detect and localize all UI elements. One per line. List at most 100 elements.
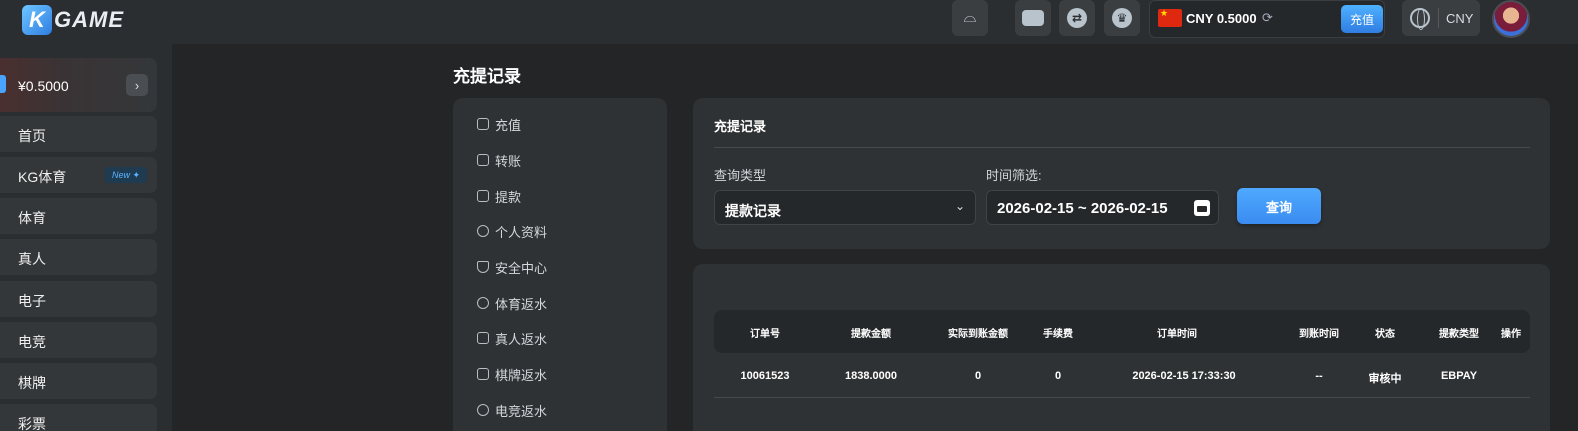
query-type-select[interactable]: 提款记录 ⌄ [714,190,976,225]
soccer-ball-icon [477,297,489,309]
column-header: 提款金额 [851,329,891,340]
column-header: 操作 [1501,329,1521,340]
sidebar-item-label: 电子 [18,293,46,309]
submenu-label: 电竞返水 [495,403,548,419]
deposit-button[interactable]: 充值 [1341,5,1383,33]
kgame-logo[interactable]: K GAME [22,4,124,36]
order-time: 2026-02-15 17:33:30 [1132,370,1236,382]
submenu-item-chess-rebate[interactable]: 棋牌返水 [477,365,547,383]
submenu-item-transfer[interactable]: 转账 [477,151,521,169]
submenu-item-sports-rebate[interactable]: 体育返水 [477,294,547,312]
sidebar-item-slots[interactable]: 电子 [0,281,157,317]
transfer-icon [477,154,489,166]
transfer-button[interactable]: ⇄ [1059,0,1095,36]
shield-icon [477,261,489,273]
divider [714,147,1530,148]
column-header: 订单时间 [1157,329,1197,340]
wallet-amount: CNY 0.5000 [1186,11,1257,26]
submenu-item-live-rebate[interactable]: 真人返水 [477,329,547,347]
language-currency-selector[interactable]: CNY [1402,0,1480,36]
chevron-down-icon: ⌄ [954,199,965,213]
top-header: K GAME ⌓ ⇄ ♛ CNY 0.5000 ⟳ 充值 CNY [0,0,1578,44]
submenu-item-deposit[interactable]: 充值 [477,115,521,133]
submenu-label: 提款 [495,189,522,205]
column-header: 状态 [1375,329,1395,340]
withdraw-type: EBPAY [1440,370,1478,382]
signal-icon: ⌓ [963,9,977,26]
sidebar-item-live[interactable]: 真人 [0,239,157,275]
sidebar-balance: ¥0.5000 [18,78,69,94]
wallet-balance: CNY 0.5000 ⟳ 充值 [1149,0,1385,38]
submenu-label: 转账 [495,153,522,169]
submenu-label: 充值 [495,117,522,133]
sidebar-item-chess[interactable]: 棋牌 [0,363,157,399]
submenu-item-profile[interactable]: 个人资料 [477,222,547,240]
chevron-right-icon[interactable]: › [126,74,148,96]
withdraw-icon [477,190,489,202]
column-header: 订单号 [750,329,780,340]
records-table-panel: 订单号 提款金额 实际到账金额 手续费 订单时间 到账时间 状态 提款类型 操作… [693,264,1550,431]
submenu-label: 棋牌返水 [495,367,548,383]
currency-label: CNY [1446,11,1474,26]
date-range-value: 2026-02-15 ~ 2026-02-15 [997,200,1168,217]
china-flag-icon [1158,8,1182,27]
date-range-picker[interactable]: 2026-02-15 ~ 2026-02-15 [986,190,1219,225]
submenu-label: 真人返水 [495,331,548,347]
logo-text: GAME [54,7,124,32]
new-badge: New ✦ [105,167,147,183]
submenu-item-withdraw[interactable]: 提款 [477,187,521,205]
column-header: 提款类型 [1439,329,1479,340]
column-header: 实际到账金额 [948,329,1008,340]
page-title: 充提记录 [453,67,521,86]
sidebar-item-label: KG体育 [18,169,67,185]
gamepad-icon [477,404,489,416]
vip-icon: ♛ [1112,8,1132,28]
sidebar-item-label: 真人 [18,251,46,267]
actual-amount: 0 [974,370,982,382]
sidebar-item-home[interactable]: 首页 [0,116,157,152]
cards-icon [477,368,489,380]
vip-button[interactable]: ♛ [1104,0,1140,36]
balance-icon [0,75,6,93]
sidebar-item-kg-sports[interactable]: KG体育 New ✦ [0,157,157,193]
submenu-item-esports-rebate[interactable]: 电竞返水 [477,401,547,419]
sidebar-item-label: 棋牌 [18,375,46,391]
withdraw-amount: 1838.0000 [845,370,897,382]
arrival-time: -- [1315,370,1323,382]
query-button[interactable]: 查询 [1237,188,1321,224]
divider [714,397,1530,398]
submenu-label: 安全中心 [495,260,548,276]
sidebar-item-sports[interactable]: 体育 [0,198,157,234]
piggy-bank-icon [477,118,489,130]
sidebar-item-label: 首页 [18,128,46,144]
submenu-label: 个人资料 [495,224,548,240]
user-icon [477,225,489,237]
column-header: 手续费 [1043,329,1073,340]
sidebar-item-label: 体育 [18,210,46,226]
order-id: 10061523 [740,370,790,382]
signal-button[interactable]: ⌓ [952,0,988,36]
calendar-icon [1194,200,1210,216]
user-avatar[interactable] [1492,0,1530,38]
sidebar-item-esports[interactable]: 电竞 [0,322,157,358]
time-filter-label: 时间筛选: [986,168,1042,183]
globe-icon [1410,8,1430,30]
divider [1438,8,1439,28]
logo-mark: K [22,5,52,35]
wallet-icon [1022,10,1044,26]
sidebar-item-lottery[interactable]: 彩票 [0,404,157,431]
table-header: 订单号 提款金额 实际到账金额 手续费 订单时间 到账时间 状态 提款类型 操作 [714,310,1530,353]
wallet-button[interactable] [1015,0,1051,36]
submenu-item-security[interactable]: 安全中心 [477,258,547,276]
sidebar-balance-card[interactable]: ¥0.5000 › [0,58,157,112]
submenu-label: 体育返水 [495,296,548,312]
fee: 0 [1054,370,1062,382]
exchange-icon: ⇄ [1067,8,1087,28]
live-casino-icon [477,332,489,344]
query-type-value: 提款记录 [725,203,781,219]
account-submenu: 充值 转账 提款 个人资料 安全中心 体育返水 真人返水 棋牌返水 电竞返水 [453,98,667,431]
status-badge: 审核中 [1368,373,1402,385]
query-type-label: 查询类型 [714,168,767,183]
panel-title: 充提记录 [714,119,767,134]
refresh-icon[interactable]: ⟳ [1262,10,1273,26]
